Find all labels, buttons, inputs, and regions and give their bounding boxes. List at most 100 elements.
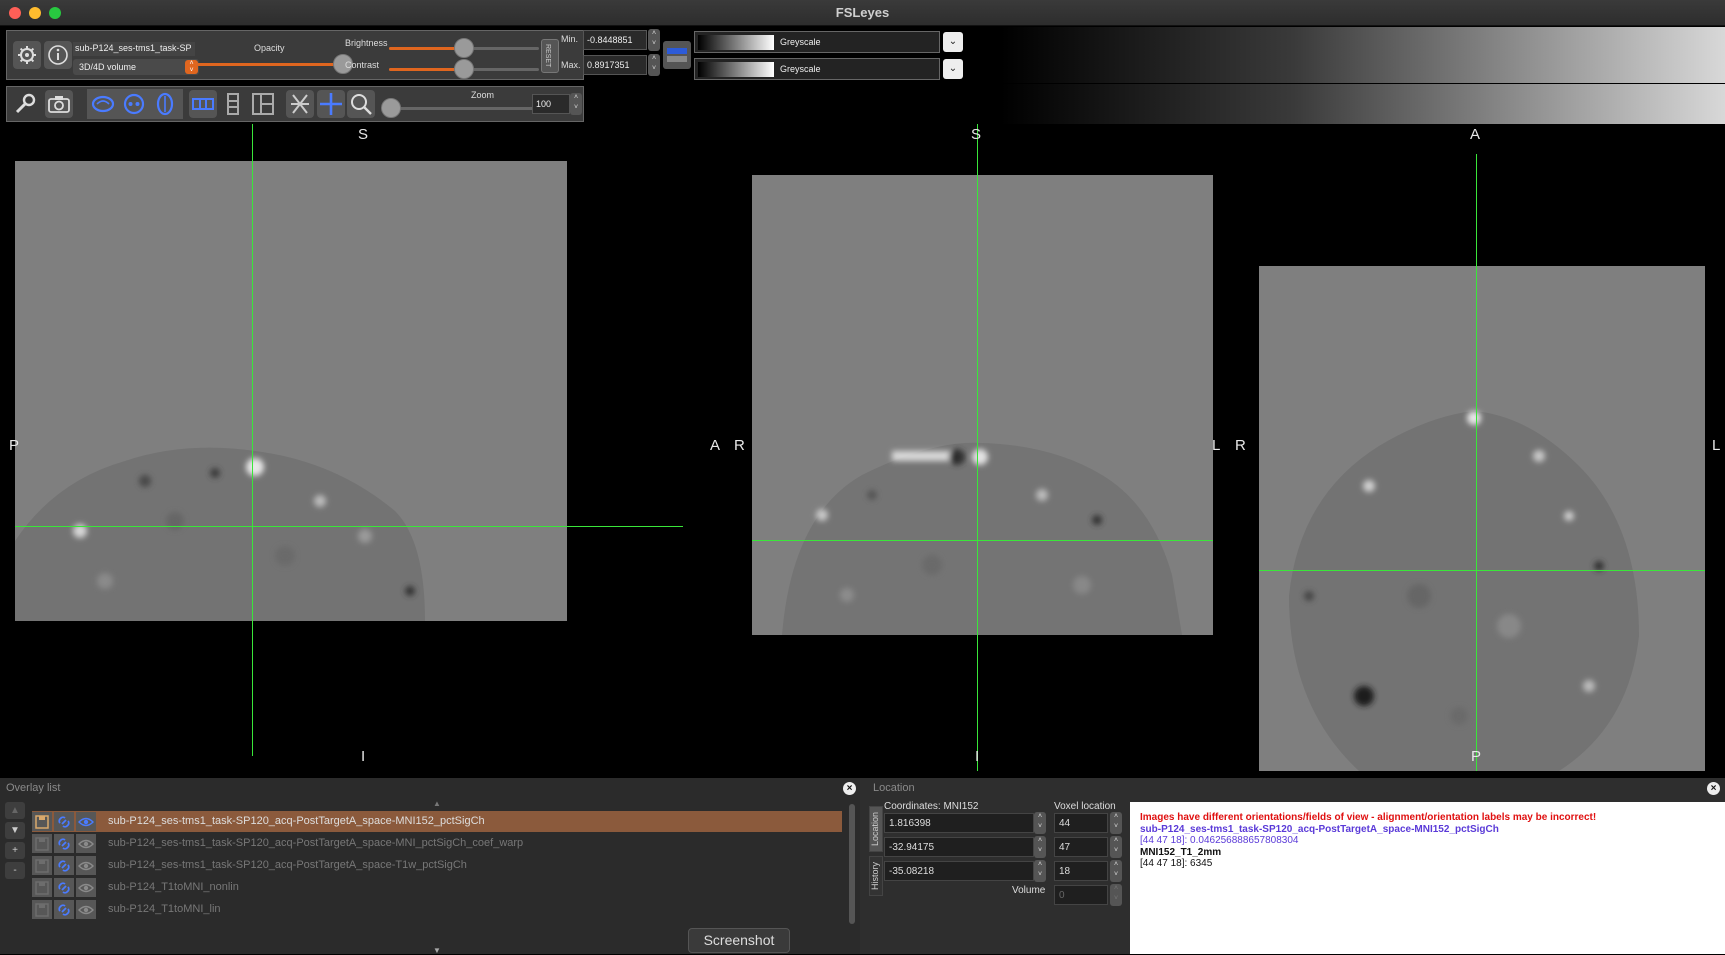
zoom-slider[interactable] bbox=[381, 98, 536, 118]
save-overlay-icon[interactable] bbox=[32, 878, 52, 897]
axial-canvas[interactable]: A P R L bbox=[1230, 124, 1725, 771]
brightness-slider[interactable] bbox=[389, 38, 539, 58]
location-close-button[interactable]: × bbox=[1707, 782, 1720, 795]
world-x-field[interactable]: 1.816398 bbox=[884, 813, 1034, 833]
sagittal-canvas[interactable]: S I P A bbox=[0, 124, 720, 771]
location-tab-label: Location bbox=[870, 811, 880, 847]
overlay-list-close-button[interactable]: × bbox=[843, 782, 856, 795]
move-overlay-down-button[interactable]: ▼ bbox=[5, 822, 25, 839]
max-value-spinner[interactable]: ˄ ˅ bbox=[648, 54, 660, 76]
overlay-info-value: [44 47 18]: 0.046256888657808304 bbox=[1140, 835, 1299, 846]
colormap-select-1[interactable]: Greyscale bbox=[694, 31, 940, 53]
visibility-eye-icon[interactable] bbox=[76, 900, 96, 919]
colormap-select-2[interactable]: Greyscale bbox=[694, 58, 940, 80]
contrast-slider-handle[interactable] bbox=[454, 59, 474, 79]
world-y-field[interactable]: -32.94175 bbox=[884, 837, 1034, 857]
max-value-field[interactable]: 0.8917351 bbox=[583, 55, 647, 75]
coronal-label-bottom: I bbox=[975, 748, 980, 765]
link-overlay-icon[interactable] bbox=[54, 900, 74, 919]
voxel-x-spinner[interactable]: ˄ ˅ bbox=[1110, 812, 1122, 834]
layout-grid-icon bbox=[252, 93, 274, 115]
move-overlay-up-button[interactable]: ▲ bbox=[5, 802, 25, 819]
sagittal-view-toggle[interactable] bbox=[89, 90, 117, 118]
reset-button[interactable]: RESET bbox=[541, 39, 559, 73]
sagittal-brain-icon bbox=[91, 95, 115, 113]
opacity-slider[interactable] bbox=[197, 54, 353, 74]
overlay-list-item[interactable]: sub-P124_T1toMNI_lin bbox=[32, 899, 842, 920]
history-tab-label: History bbox=[870, 862, 880, 891]
overlay-list-scrollbar[interactable] bbox=[849, 804, 855, 924]
axial-cursor-horizontal bbox=[1259, 570, 1705, 571]
location-tab[interactable]: Location bbox=[869, 806, 883, 852]
voxel-y-spinner[interactable]: ˄ ˅ bbox=[1110, 836, 1122, 858]
axial-label-top: A bbox=[1470, 126, 1481, 143]
link-overlay-icon[interactable] bbox=[54, 878, 74, 897]
movie-mode-button[interactable] bbox=[286, 90, 314, 118]
colormap-dropdown-2[interactable]: ⌄ bbox=[943, 59, 963, 79]
overlay-name-field[interactable]: sub-P124_ses-tms1_task-SP bbox=[73, 42, 195, 56]
overlay-name: sub-P124_ses-tms1_task-SP120_acq-PostTar… bbox=[108, 859, 467, 871]
overlay-type-value: 3D/4D volume bbox=[79, 62, 137, 72]
toggle-cursor-button[interactable] bbox=[317, 90, 345, 118]
save-overlay-icon[interactable] bbox=[32, 856, 52, 875]
sagittal-label-right: A bbox=[710, 437, 721, 454]
view-settings-button[interactable] bbox=[11, 90, 39, 118]
overlay-list-item[interactable]: sub-P124_T1toMNI_nonlin bbox=[32, 877, 842, 898]
save-overlay-icon[interactable] bbox=[32, 900, 52, 919]
colormap-dropdown-1[interactable]: ⌄ bbox=[943, 32, 963, 52]
invert-colormap-button[interactable] bbox=[663, 41, 691, 69]
overlay-list-scroll-up[interactable]: ▲ bbox=[433, 799, 441, 808]
axial-label-bottom: P bbox=[1471, 748, 1482, 765]
overlay-type-select[interactable]: 3D/4D volume ˄ ˅ bbox=[73, 59, 199, 75]
visibility-eye-icon[interactable] bbox=[76, 878, 96, 897]
colormap-preview-1 bbox=[698, 35, 774, 50]
brightness-slider-fill bbox=[389, 47, 464, 50]
voxel-z-spinner[interactable]: ˄ ˅ bbox=[1110, 860, 1122, 882]
screenshot-button[interactable]: Screenshot bbox=[688, 928, 790, 953]
remove-overlay-button[interactable]: - bbox=[5, 862, 25, 879]
add-overlay-button[interactable]: + bbox=[5, 842, 25, 859]
world-z-spinner[interactable]: ˄ ˅ bbox=[1034, 860, 1046, 882]
info-icon bbox=[48, 45, 68, 65]
voxel-x-field[interactable]: 44 bbox=[1054, 813, 1108, 833]
save-overlay-icon[interactable] bbox=[32, 812, 52, 831]
layout-vertical-button[interactable] bbox=[219, 90, 247, 118]
colormap-preview-2 bbox=[698, 62, 774, 77]
colormap-toggle-icon bbox=[667, 48, 687, 62]
layout-grid-button[interactable] bbox=[249, 90, 277, 118]
info-button[interactable] bbox=[44, 41, 72, 69]
zoom-slider-handle[interactable] bbox=[381, 98, 401, 118]
world-x-spinner[interactable]: ˄ ˅ bbox=[1034, 812, 1046, 834]
coronal-brain-texture bbox=[782, 442, 1182, 635]
min-value-field[interactable]: -0.8448851 bbox=[583, 30, 647, 50]
zoom-value-field[interactable]: 100 bbox=[532, 94, 570, 114]
voxel-z-field[interactable]: 18 bbox=[1054, 861, 1108, 881]
link-overlay-icon[interactable] bbox=[54, 834, 74, 853]
overlay-list-item[interactable]: sub-P124_ses-tms1_task-SP120_acq-PostTar… bbox=[32, 855, 842, 876]
world-y-spinner[interactable]: ˄ ˅ bbox=[1034, 836, 1046, 858]
sagittal-label-bottom: I bbox=[361, 748, 366, 765]
layout-horizontal-button[interactable] bbox=[189, 90, 217, 118]
screenshot-camera-button[interactable] bbox=[45, 90, 73, 118]
axial-view-toggle[interactable] bbox=[151, 90, 179, 118]
zoom-value-spinner[interactable]: ˄ ˅ bbox=[570, 93, 582, 115]
link-overlay-icon[interactable] bbox=[54, 812, 74, 831]
link-overlay-icon[interactable] bbox=[54, 856, 74, 875]
save-overlay-icon[interactable] bbox=[32, 834, 52, 853]
visibility-eye-icon[interactable] bbox=[76, 812, 96, 831]
history-tab[interactable]: History bbox=[869, 856, 883, 896]
world-z-field[interactable]: -35.08218 bbox=[884, 861, 1034, 881]
visibility-eye-icon[interactable] bbox=[76, 856, 96, 875]
coronal-canvas[interactable]: S I R L bbox=[730, 124, 1230, 771]
brightness-slider-handle[interactable] bbox=[454, 38, 474, 58]
overlay-list-item[interactable]: sub-P124_ses-tms1_task-SP120_acq-PostTar… bbox=[32, 811, 842, 832]
overlay-list-item[interactable]: sub-P124_ses-tms1_task-SP120_acq-PostTar… bbox=[32, 833, 842, 854]
voxel-y-field[interactable]: 47 bbox=[1054, 837, 1108, 857]
visibility-eye-icon[interactable] bbox=[76, 834, 96, 853]
contrast-slider[interactable] bbox=[389, 59, 539, 79]
camera-icon bbox=[48, 96, 70, 113]
zoom-tool-button[interactable] bbox=[347, 90, 375, 118]
coronal-view-toggle[interactable] bbox=[120, 90, 148, 118]
min-value-spinner[interactable]: ˄ ˅ bbox=[648, 29, 660, 51]
settings-gear-button[interactable] bbox=[13, 41, 41, 69]
